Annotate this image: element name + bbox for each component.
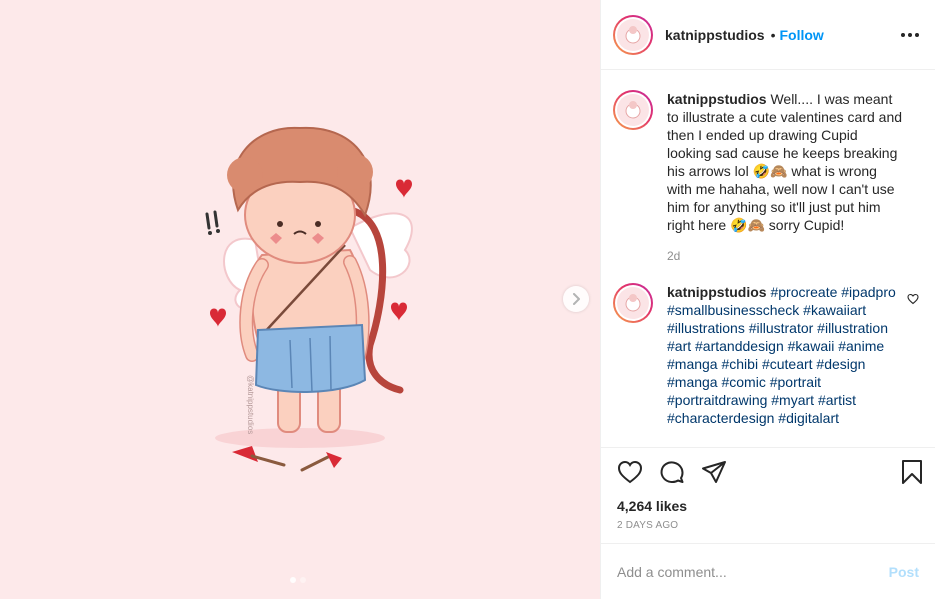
- cupid-illustration: @katnippstudios: [205, 126, 413, 472]
- post-comment-button[interactable]: Post: [889, 564, 919, 580]
- header-separator: •: [770, 26, 776, 43]
- carousel-dot-active: [290, 577, 296, 583]
- share-icon: [702, 461, 726, 483]
- comment-input[interactable]: [617, 563, 889, 580]
- follow-button[interactable]: Follow: [779, 27, 823, 43]
- caption-comment: katnippstudios Well.... I was meant to i…: [613, 90, 919, 263]
- action-bar: [601, 448, 935, 496]
- comment-like-heart-icon[interactable]: [907, 293, 919, 305]
- avatar[interactable]: [613, 14, 653, 55]
- next-image-button[interactable]: [563, 286, 589, 312]
- likes-count[interactable]: 4,264 likes: [601, 496, 935, 518]
- add-comment-bar: Post: [601, 543, 935, 599]
- post-side-panel: katnippstudios • Follow katnippstudios W…: [600, 0, 935, 599]
- avatar-cupid-icon: [625, 25, 641, 43]
- more-options-icon[interactable]: [901, 32, 919, 37]
- carousel-indicator: [290, 577, 306, 583]
- like-button[interactable]: [617, 460, 643, 484]
- comment-button[interactable]: [659, 459, 685, 485]
- watermark-text: @katnippstudios: [246, 375, 255, 434]
- avatar-cupid-icon: [625, 294, 641, 312]
- avatar[interactable]: [613, 283, 653, 323]
- comment-username[interactable]: katnippstudios: [667, 284, 767, 300]
- post-header: katnippstudios • Follow: [601, 0, 935, 70]
- hashtag-comment: katnippstudios #procreate #ipadpro #smal…: [613, 283, 919, 427]
- avatar[interactable]: [613, 90, 653, 130]
- hashtag-text[interactable]: #procreate #ipadpro #smallbusinesscheck …: [667, 284, 896, 426]
- next-arrow-icon: [573, 293, 580, 305]
- caption-username[interactable]: katnippstudios: [667, 91, 767, 107]
- header-username[interactable]: katnippstudios: [665, 27, 765, 43]
- comment-icon: [660, 461, 684, 484]
- comments-list[interactable]: katnippstudios Well.... I was meant to i…: [601, 70, 935, 448]
- avatar-cupid-icon: [625, 101, 641, 119]
- save-button[interactable]: [901, 459, 923, 485]
- heart-icon: [617, 460, 643, 484]
- save-icon: [902, 460, 922, 484]
- carousel-dot: [300, 577, 306, 583]
- share-button[interactable]: [701, 460, 727, 484]
- post-image[interactable]: @katnippstudios: [0, 0, 600, 599]
- caption-text: Well.... I was meant to illustrate a cut…: [667, 91, 903, 233]
- caption-timestamp[interactable]: 2d: [667, 249, 903, 263]
